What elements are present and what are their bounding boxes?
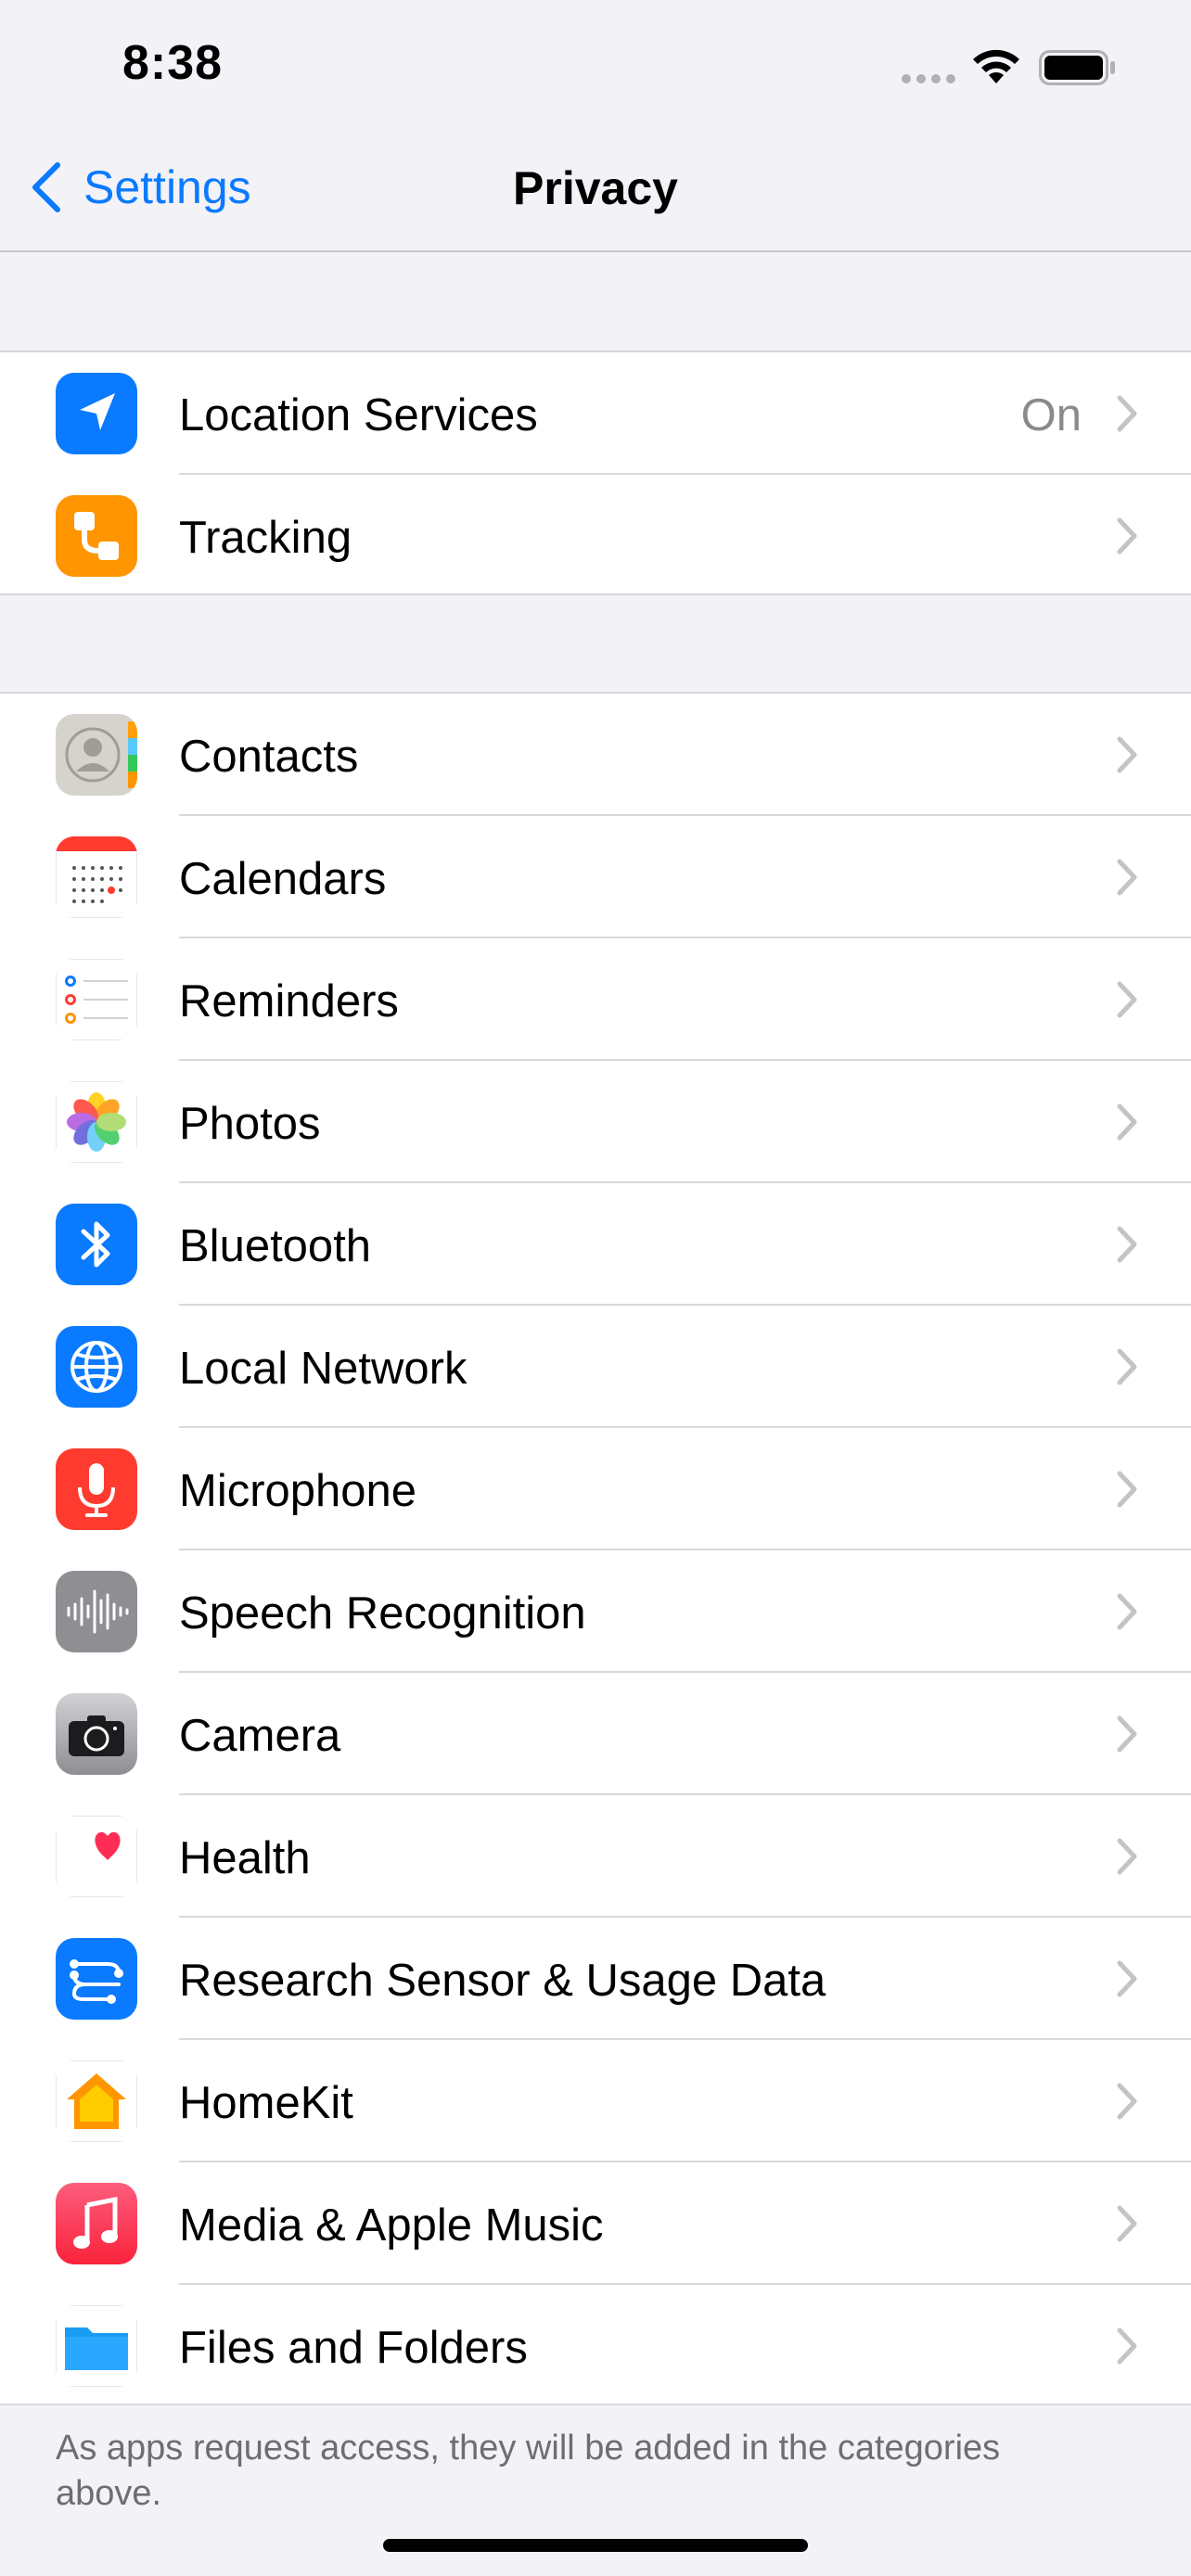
row-media-apple-music[interactable]: Media & Apple Music [0,2162,1191,2285]
row-label: Files and Folders [179,2323,528,2373]
row-label: Speech Recognition [179,1588,586,1639]
row-label: Reminders [179,976,399,1027]
row-label: Media & Apple Music [179,2200,604,2251]
location-arrow-icon [56,373,137,454]
row-label: Contacts [179,732,359,782]
chevron-right-icon [1117,2205,1137,2242]
heart-icon [56,1816,137,1897]
row-location-services[interactable]: Location Services On [0,352,1191,475]
tracking-icon [56,495,137,577]
row-label: Camera [179,1711,341,1761]
status-bar: 8:38 [0,0,1191,130]
chevron-right-icon [1117,859,1137,896]
chevron-right-icon [1117,1593,1137,1630]
contacts-icon [56,714,137,796]
chevron-right-icon [1117,1103,1137,1141]
row-value: On [1020,390,1082,440]
music-note-icon [56,2183,137,2264]
microphone-icon [56,1448,137,1530]
row-bluetooth[interactable]: Bluetooth [0,1183,1191,1306]
row-camera[interactable]: Camera [0,1673,1191,1795]
row-local-network[interactable]: Local Network [0,1306,1191,1428]
chevron-right-icon [1117,1715,1137,1753]
calendar-icon [56,836,137,918]
home-icon [56,2060,137,2142]
row-files-and-folders[interactable]: Files and Folders [0,2285,1191,2407]
waveform-icon [56,1571,137,1652]
reminders-icon [56,959,137,1040]
page-title: Privacy [513,162,678,214]
chevron-right-icon [1117,2083,1137,2120]
chevron-right-icon [1117,1960,1137,1997]
row-microphone[interactable]: Microphone [0,1428,1191,1550]
navigation-bar: Settings Privacy [0,130,1191,252]
globe-icon [56,1326,137,1408]
row-label: HomeKit [179,2078,353,2128]
row-label: Research Sensor & Usage Data [179,1956,826,2006]
row-photos[interactable]: Photos [0,1061,1191,1183]
row-label: Photos [179,1099,321,1149]
row-label: Calendars [179,854,387,904]
row-health[interactable]: Health [0,1795,1191,1918]
wifi-icon [973,49,1019,83]
research-icon [56,1938,137,2020]
chevron-right-icon [1117,2327,1137,2365]
battery-icon [1039,50,1115,85]
chevron-right-icon [1117,981,1137,1018]
status-time: 8:38 [122,36,224,90]
row-tracking[interactable]: Tracking [0,475,1191,597]
row-calendars[interactable]: Calendars [0,816,1191,938]
row-label: Tracking [179,513,352,563]
privacy-group-location: Location Services On Tracking [0,351,1191,595]
home-indicator[interactable] [383,2539,808,2552]
row-speech-recognition[interactable]: Speech Recognition [0,1550,1191,1673]
chevron-right-icon [1117,1226,1137,1263]
cellular-signal-icon [902,74,955,83]
chevron-right-icon [1117,736,1137,773]
row-reminders[interactable]: Reminders [0,938,1191,1061]
folder-icon [56,2305,137,2387]
chevron-right-icon [1117,1471,1137,1508]
chevron-right-icon [1117,395,1137,432]
chevron-right-icon [1117,1838,1137,1875]
row-homekit[interactable]: HomeKit [0,2040,1191,2162]
row-label: Bluetooth [179,1221,372,1271]
chevron-right-icon [1117,517,1137,555]
camera-icon [56,1693,137,1775]
privacy-group-apps: Contacts Calendars Reminders Photos Blue… [0,692,1191,2405]
photos-icon [56,1081,137,1163]
bluetooth-icon [56,1204,137,1285]
row-label: Local Network [179,1344,467,1394]
row-contacts[interactable]: Contacts [0,694,1191,816]
chevron-right-icon [1117,1348,1137,1385]
footer-note: As apps request access, they will be add… [56,2429,1001,2513]
row-research-sensor[interactable]: Research Sensor & Usage Data [0,1918,1191,2040]
row-label: Microphone [179,1466,417,1516]
row-label: Location Services [179,390,538,440]
row-label: Health [179,1833,311,1883]
